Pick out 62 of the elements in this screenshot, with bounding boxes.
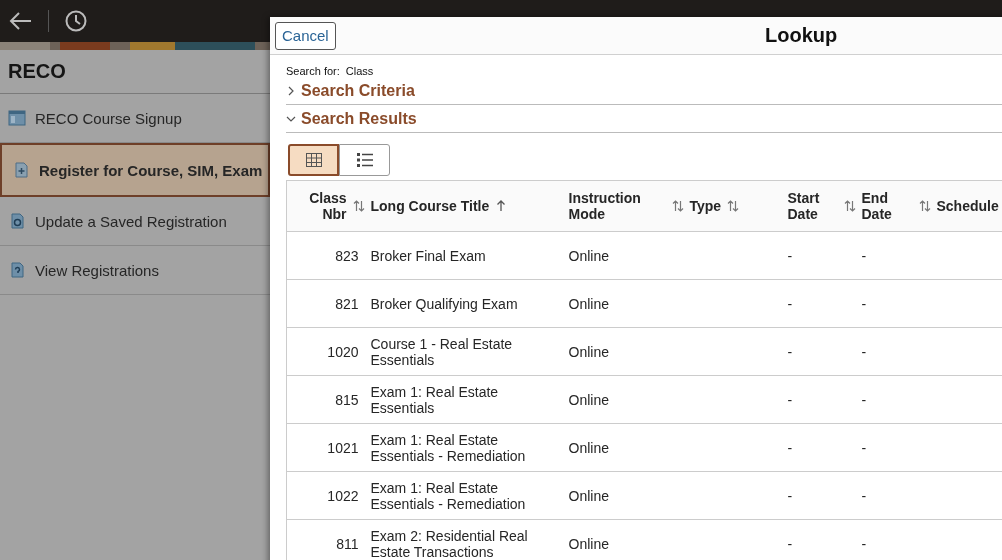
table-cell: - [861,439,867,456]
table-cell: Exam 1: Real Estate Essentials - Remediation [370,431,526,464]
grid-icon [305,153,322,167]
sidebar-item[interactable]: Register for Course, SIM, Exam [0,143,270,197]
page-icon [8,109,26,127]
section-header[interactable]: Search Criteria [286,77,1002,105]
table-cell: - [861,487,867,504]
table-cell: 815 [335,391,359,408]
table-cell: 1020 [327,343,359,360]
table-cell: - [861,247,867,264]
table-cell: Course 1 - Real Estate Essentials [370,335,513,368]
list-view-button[interactable] [339,144,390,176]
table-cell: Online [568,391,609,408]
table-cell: Broker Final Exam [370,247,486,264]
table-cell: 1021 [327,439,359,456]
table-cell: - [787,535,793,552]
document-refresh-icon [8,212,26,230]
table-cell: - [861,343,867,360]
sidebar-item[interactable]: View Registrations [0,246,270,295]
column-header[interactable]: Long Course Title [370,198,490,214]
table-cell: Exam 1: Real Estate Essentials [370,383,499,416]
table-cell: Online [568,535,609,552]
table-cell: - [787,391,793,408]
table-cell: - [787,439,793,456]
table-cell: Online [568,343,609,360]
document-question-icon [8,261,26,279]
table-cell: Exam 2: Residential Real Estate Transactions [370,527,528,560]
grid-view-button[interactable] [288,144,339,176]
cancel-button[interactable]: Cancel [275,21,336,50]
table-cell: Online [568,487,609,504]
table-cell: Online [568,247,609,264]
table-cell: - [787,487,793,504]
history-icon[interactable] [63,8,89,34]
sidebar-item[interactable]: Update a Saved Registration [0,197,270,246]
table-cell: 823 [335,247,359,264]
column-header[interactable]: Type [689,198,722,214]
sort-icon[interactable] [918,200,931,212]
table-cell: Online [568,295,609,312]
table-cell: - [787,343,793,360]
sort-icon[interactable] [671,200,684,212]
table-cell: Online [568,439,609,456]
chevron-down-icon [286,114,296,124]
search-for-label: Search for: [286,65,340,77]
table-cell: 821 [335,295,359,312]
table-cell: - [861,535,867,552]
chevron-right-icon [286,86,296,96]
table-cell: Broker Qualifying Exam [370,295,518,312]
table-cell: Exam 1: Real Estate Essentials - Remediation [370,479,526,512]
sort-icon[interactable] [843,200,856,212]
section-header[interactable]: Search Results [286,105,1002,133]
table-cell: - [787,295,793,312]
table-cell: 811 [336,535,359,552]
table-cell: 1022 [327,487,359,504]
table-cell: - [861,295,867,312]
table-cell: - [861,391,867,408]
list-icon [356,153,373,167]
search-for-value: Class [345,65,374,77]
sort-icon[interactable] [727,200,740,212]
table-cell: - [787,247,793,264]
sort-icon[interactable] [352,200,365,212]
dialog-title: Lookup [765,24,838,47]
document-plus-icon [12,161,30,179]
